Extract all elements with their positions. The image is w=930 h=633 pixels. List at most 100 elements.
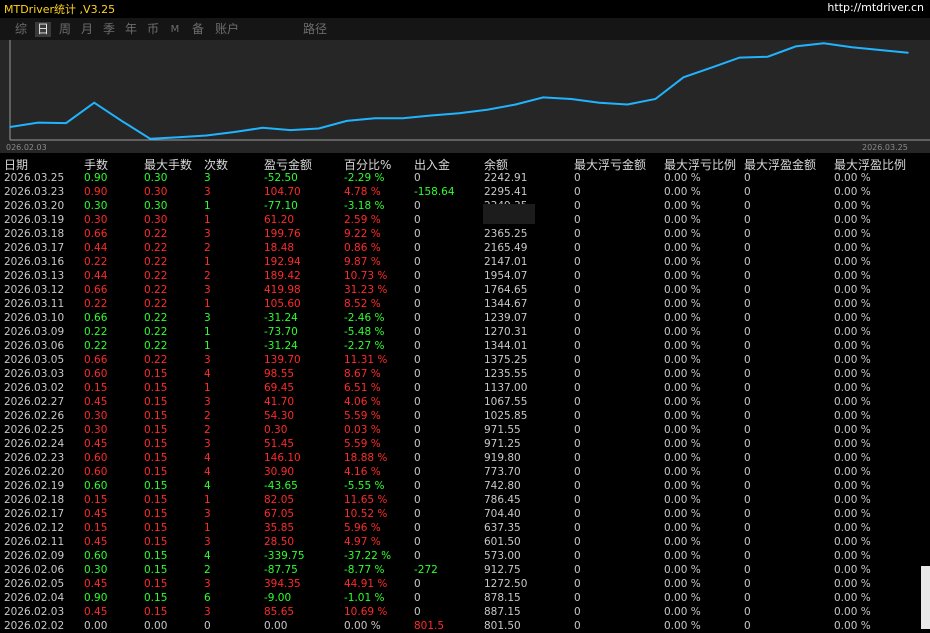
table-row[interactable]: 2026.02.12 0.15 0.15 1 35.85 5.96 % 0 637.35 0 0.… [0,521,930,535]
table-cell: 0 [414,424,421,436]
table-row[interactable]: 2026.03.02 0.15 0.15 1 69.45 6.51 % 0 1137.00 0 0… [0,381,930,395]
tab-8[interactable]: 备 [191,22,205,37]
table-cell: 2026.02.02 [4,620,65,632]
table-cell: -87.75 [264,564,298,576]
table-row[interactable]: 2026.03.190.300.30161.202.59 %02426.4500… [0,213,930,227]
table-row[interactable]: 2026.03.06 0.22 0.22 1 -31.24 -2.27 % 0 1344.01… [0,339,930,353]
table-cell: 4.16 % [344,466,381,478]
table-cell: 0 [574,186,581,198]
tab-5[interactable]: 年 [124,22,138,37]
table-row[interactable]: 2026.03.23 0.90 0.30 3 104.70 4.78 % -158.64 22… [0,185,930,199]
table-row[interactable]: 2026.02.03 0.45 0.15 3 85.65 10.69 % 0 887.15 0 0… [0,605,930,619]
table-cell: 0.22 [144,270,168,282]
tab-6[interactable]: 币 [146,22,160,37]
table-cell: 2026.03.16 [4,256,65,268]
table-row[interactable]: 2026.03.25 0.90 0.30 3 -52.50 -2.29 % 0 2242.91… [0,171,930,185]
table-row[interactable]: 2026.03.200.300.301-77.10-3.18 %02349.35… [0,199,930,213]
table-cell: -339.75 [264,550,305,562]
table-row[interactable]: 2026.02.23 0.60 0.15 4 146.10 18.88 % 0 919.80 0… [0,451,930,465]
table-cell: -73.70 [264,326,298,338]
tab-3[interactable]: 月 [80,22,94,37]
table-cell: 4 [204,452,211,464]
table-cell: 0.00 % [664,256,701,268]
table-row[interactable]: 2026.02.04 0.90 0.15 6 -9.00 -1.01 % 0 878.15 0 0… [0,591,930,605]
table-row[interactable]: 2026.02.05 0.45 0.15 3 394.35 44.91 % 0 1272.50… [0,577,930,591]
tab-9[interactable]: 账户 [214,22,240,37]
table-row[interactable]: 2026.02.18 0.15 0.15 1 82.05 11.65 % 0 786.45 0 0… [0,493,930,507]
table-cell: 0 [574,200,581,212]
table-row[interactable]: 2026.03.11 0.22 0.22 1 105.60 8.52 % 0 1344.67 0… [0,297,930,311]
table-row[interactable]: 2026.03.12 0.66 0.22 3 419.98 31.23 % 0 1764.65… [0,283,930,297]
table-cell: 0.00 % [664,340,701,352]
table-cell: 104.70 [264,186,301,198]
table-cell: 0 [414,536,421,548]
table-row[interactable]: 2026.03.09 0.22 0.22 1 -73.70 -5.48 % 0 1270.31… [0,325,930,339]
table-row[interactable]: 2026.02.25 0.30 0.15 2 0.30 0.03 % 0 971.55 0 0.0… [0,423,930,437]
tab-0[interactable]: 综 [14,22,28,37]
table-row[interactable]: 2026.02.11 0.45 0.15 3 28.50 4.97 % 0 601.50 0 0.… [0,535,930,549]
table-cell: 0.15 [144,564,168,576]
table-cell: 0.00 % [664,438,701,450]
table-cell: 0.30 [144,172,168,184]
table-row[interactable]: 2026.03.13 0.44 0.22 2 189.42 10.73 % 0 1954.07… [0,269,930,283]
table-cell: 2147.01 [484,256,528,268]
table-row[interactable]: 2026.03.18 0.66 0.22 3 199.76 9.22 % 0 2365.25 0… [0,227,930,241]
table-cell: 0.00 % [834,382,871,394]
table-row[interactable]: 2026.02.19 0.60 0.15 4 -43.65 -5.55 % 0 742.80 0… [0,479,930,493]
table-cell: 2026.03.10 [4,312,65,324]
table-cell: 0.00 % [834,242,871,254]
table-cell: 0.22 [84,298,108,310]
table-body: 2026.03.25 0.90 0.30 3 -52.50 -2.29 % 0 2242.91… [0,171,930,633]
table-cell: 912.75 [484,564,521,576]
tab-2[interactable]: 周 [58,22,72,37]
table-row[interactable]: 2026.03.10 0.66 0.22 3 -31.24 -2.46 % 0 1239.07… [0,311,930,325]
table-cell: 742.80 [484,480,521,492]
table-row[interactable]: 2026.03.03 0.60 0.15 4 98.55 8.67 % 0 1235.55 0 0… [0,367,930,381]
table-cell: 2026.02.12 [4,522,65,534]
table-row[interactable]: 2026.03.16 0.22 0.22 1 192.94 9.87 % 0 2147.01 0… [0,255,930,269]
table-cell: 0.00 % [834,340,871,352]
table-cell: 3 [204,606,211,618]
table-row[interactable]: 2026.02.02 0.00 0.00 0 0.00 0.00 % 801.5 801.50… [0,619,930,633]
table-cell: 6.51 % [344,382,381,394]
table-row[interactable]: 2026.03.17 0.44 0.22 2 18.48 0.86 % 0 2165.49 0 0… [0,241,930,255]
tab-1[interactable]: 日 [35,22,51,37]
scrollbar-thumb[interactable] [921,566,930,629]
table-cell: 0.00 % [664,270,701,282]
table-cell: 0.00 % [664,480,701,492]
table-cell: 0.00 % [664,410,701,422]
tab-7[interactable]: M [170,22,180,37]
table-cell: 2026.02.19 [4,480,65,492]
table-row[interactable]: 2026.02.20 0.60 0.15 4 30.90 4.16 % 0 773.70 0 0.… [0,465,930,479]
site-link[interactable]: http://mtdriver.cn [827,1,924,14]
table-cell: 0 [574,382,581,394]
table-cell: 0.45 [84,508,108,520]
table-cell: 3 [204,396,211,408]
table-cell: 1764.65 [484,284,528,296]
table-row[interactable]: 2026.02.06 0.30 0.15 2 -87.75 -8.77 % -272 912.… [0,563,930,577]
table-cell: 971.55 [484,424,521,436]
table-row[interactable]: 2026.02.09 0.60 0.15 4 -339.75 -37.22 % 0 573.0… [0,549,930,563]
table-cell: 801.5 [414,620,445,632]
table-row[interactable]: 2026.02.24 0.45 0.15 3 51.45 5.59 % 0 971.25 0 0.… [0,437,930,451]
table-cell: 1 [204,340,211,352]
table-cell: 192.94 [264,256,301,268]
hover-highlight [483,204,535,224]
table-cell: 0.22 [84,256,108,268]
tab-4[interactable]: 季 [102,22,116,37]
table-cell: 0.15 [144,452,168,464]
table-cell: 1 [204,326,211,338]
table-row[interactable]: 2026.02.17 0.45 0.15 3 67.05 10.52 % 0 704.40 0 0… [0,507,930,521]
table-cell: 0 [414,382,421,394]
table-row[interactable]: 2026.03.05 0.66 0.22 3 139.70 11.31 % 0 1375.25… [0,353,930,367]
table-cell: 0.30 [84,564,108,576]
tab-10[interactable]: 路径 [302,22,328,37]
table-cell: 0.00 % [834,200,871,212]
table-cell: 419.98 [264,284,301,296]
table-row[interactable]: 2026.02.26 0.30 0.15 2 54.30 5.59 % 0 1025.85 0 0… [0,409,930,423]
table-cell: 2026.02.25 [4,424,65,436]
table-cell: 637.35 [484,522,521,534]
table-row[interactable]: 2026.02.27 0.45 0.15 3 41.70 4.06 % 0 1067.55 0 0… [0,395,930,409]
table-cell: 0.00 % [664,592,701,604]
table-cell: 3 [204,438,211,450]
